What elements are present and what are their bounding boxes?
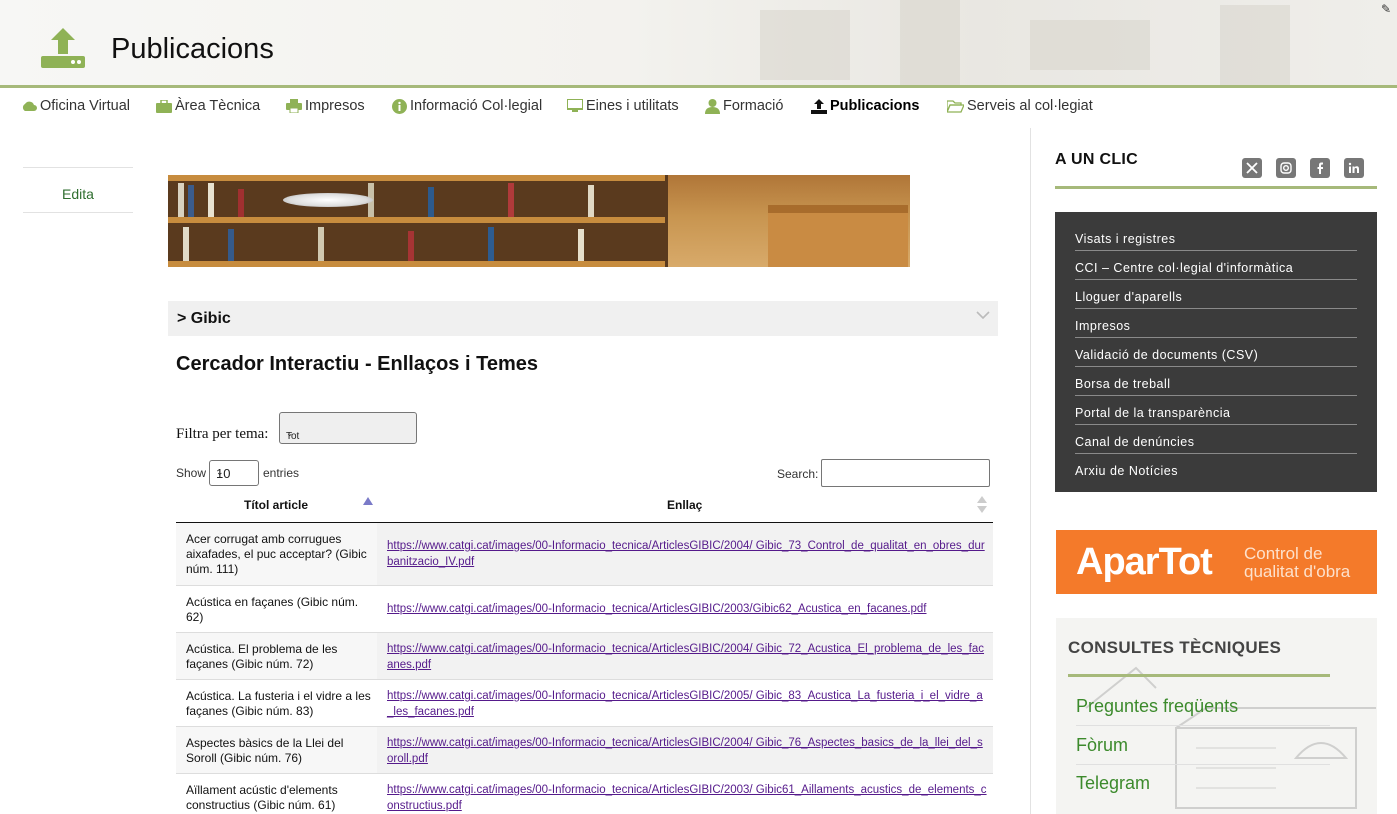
article-link[interactable]: https://www.catgi.cat/images/00-Informac… [387, 689, 987, 720]
gibic-accordion[interactable]: > Gibic [168, 301, 998, 336]
column-header-enllac[interactable]: Enllaç [667, 498, 702, 512]
accordion-label: > Gibic [177, 310, 231, 327]
nav-item-impresos[interactable]: Impresos [286, 98, 365, 114]
cloud-icon [22, 101, 37, 111]
sort-icon[interactable] [977, 496, 987, 513]
nav-item-informacio-collegial[interactable]: Informació Col·legial [392, 98, 542, 114]
article-link[interactable]: https://www.catgi.cat/images/00-Informac… [387, 736, 987, 767]
article-link[interactable]: https://www.catgi.cat/images/00-Informac… [387, 642, 987, 673]
table-row: Acústica en façanes (Gibic núm. 62) http… [176, 586, 993, 633]
a-un-clic-title: A UN CLIC [1055, 151, 1138, 168]
divider-line [1055, 186, 1377, 189]
nav-item-formacio[interactable]: Formació [705, 98, 783, 114]
telegram-link[interactable]: Telegram [1076, 773, 1330, 802]
faq-link[interactable]: Preguntes freqüents [1076, 696, 1330, 726]
apartot-tagline: Control de qualitat d'obra [1244, 544, 1351, 581]
left-edit-box: Edita [23, 167, 133, 213]
page-length-select[interactable]: 10 ⌄ [209, 460, 259, 486]
section-title: Cercador Interactiu - Enllaços i Temes [176, 353, 538, 375]
article-link[interactable]: https://www.catgi.cat/images/00-Informac… [387, 539, 987, 570]
table-row: Acústica. El problema de les façanes (Gi… [176, 633, 993, 680]
article-link[interactable]: https://www.catgi.cat/images/00-Informac… [387, 783, 987, 814]
header-background [700, 0, 1397, 85]
linkedin-icon[interactable] [1344, 158, 1364, 178]
nav-label: Informació Col·legial [410, 98, 543, 114]
table-header: Títol article Enllaç [176, 490, 993, 523]
topic-filter-select[interactable]: Tot ⌄ [279, 412, 417, 444]
nav-item-publicacions[interactable]: Publicacions [811, 98, 919, 114]
briefcase-icon [156, 99, 172, 113]
article-title: Aïllament acústic d'elements constructiu… [186, 783, 338, 812]
quick-link[interactable]: Visats i registres [1075, 222, 1357, 251]
quick-link[interactable]: Validació de documents (CSV) [1075, 338, 1357, 367]
quick-link[interactable]: Arxiu de Notícies [1075, 454, 1357, 483]
page-header: Publicacions ✎ [0, 0, 1397, 88]
printer-icon [286, 99, 302, 113]
nav-label: Impresos [305, 98, 365, 114]
main-nav: Oficina Virtual Àrea Tècnica Impresos In… [0, 91, 1397, 121]
article-link[interactable]: https://www.catgi.cat/images/00-Informac… [387, 602, 987, 618]
table-row: Aïllament acústic d'elements constructiu… [176, 774, 993, 814]
article-title: Acústica en façanes (Gibic núm. 62) [186, 595, 359, 624]
quick-link[interactable]: Impresos [1075, 309, 1357, 338]
nav-item-oficina-virtual[interactable]: Oficina Virtual [21, 98, 130, 114]
column-header-titol[interactable]: Títol article [244, 498, 308, 512]
nav-label: Àrea Tècnica [175, 98, 261, 114]
consultes-tecniques-panel: CONSULTES TÈCNIQUES Preguntes freqüents … [1056, 618, 1377, 814]
nav-label: Publicacions [830, 98, 920, 114]
apartot-logo: AparTot [1076, 541, 1213, 583]
facebook-icon[interactable] [1310, 158, 1330, 178]
quick-link[interactable]: Portal de la transparència [1075, 396, 1357, 425]
upload-tray-icon [41, 28, 85, 68]
quick-link[interactable]: Canal de denúncies [1075, 425, 1357, 454]
instagram-icon[interactable] [1276, 158, 1296, 178]
divider-line [1068, 674, 1330, 677]
show-label: Show [176, 466, 207, 480]
user-icon [705, 98, 720, 114]
edit-icon[interactable]: ✎ [1381, 2, 1391, 16]
quick-link[interactable]: Lloguer d'aparells [1075, 280, 1357, 309]
articles-table: Títol article Enllaç Acer corrugat amb c… [176, 490, 993, 814]
quick-link[interactable]: CCI – Centre col·legial d'informàtica [1075, 251, 1357, 280]
article-title: Aspectes bàsics de la Llei del Soroll (G… [186, 736, 344, 765]
quick-links-box: Visats i registres CCI – Centre col·legi… [1055, 212, 1377, 492]
sort-ascending-icon[interactable] [363, 497, 373, 505]
forum-link[interactable]: Fòrum [1076, 735, 1330, 765]
page-title: Publicacions [111, 33, 274, 65]
edit-link[interactable]: Edita [62, 186, 94, 202]
table-row: Acústica. La fusteria i el vidre a les f… [176, 680, 993, 727]
quick-link[interactable]: Borsa de treball [1075, 367, 1357, 396]
chevron-down-icon: ⌄ [286, 428, 294, 438]
chevron-down-icon [976, 311, 990, 320]
article-title: Acústica. El problema de les façanes (Gi… [186, 642, 338, 671]
article-title: Acer corrugat amb corrugues aixafades, e… [186, 532, 367, 576]
search-input[interactable] [821, 459, 990, 487]
chevron-down-icon: ⌄ [216, 467, 224, 477]
search-label: Search: [777, 467, 819, 481]
nav-item-area-tecnica[interactable]: Àrea Tècnica [156, 98, 260, 114]
nav-label: Serveis al col·legiat [967, 98, 1093, 114]
nav-label: Eines i utilitats [586, 98, 679, 114]
article-title: Acústica. La fusteria i el vidre a les f… [186, 689, 371, 718]
nav-item-serveis-collegiat[interactable]: Serveis al col·legiat [947, 98, 1093, 114]
table-row: Aspectes bàsics de la Llei del Soroll (G… [176, 727, 993, 774]
table-row: Acer corrugat amb corrugues aixafades, e… [176, 523, 993, 586]
library-banner-image [168, 175, 910, 267]
nav-label: Oficina Virtual [40, 98, 130, 114]
folder-open-icon [947, 99, 964, 113]
nav-item-eines-utilitats[interactable]: Eines i utilitats [567, 98, 679, 114]
column-divider [1030, 128, 1031, 814]
upload-icon [811, 98, 827, 114]
entries-label: entries [263, 466, 300, 480]
info-icon [392, 98, 407, 114]
filter-label: Filtra per tema: [176, 426, 269, 442]
apartot-banner[interactable]: AparTot Control de qualitat d'obra [1056, 530, 1377, 594]
monitor-icon [567, 99, 583, 112]
consultes-title: CONSULTES TÈCNIQUES [1068, 638, 1282, 657]
x-icon[interactable] [1242, 158, 1262, 178]
nav-label: Formació [723, 98, 784, 114]
